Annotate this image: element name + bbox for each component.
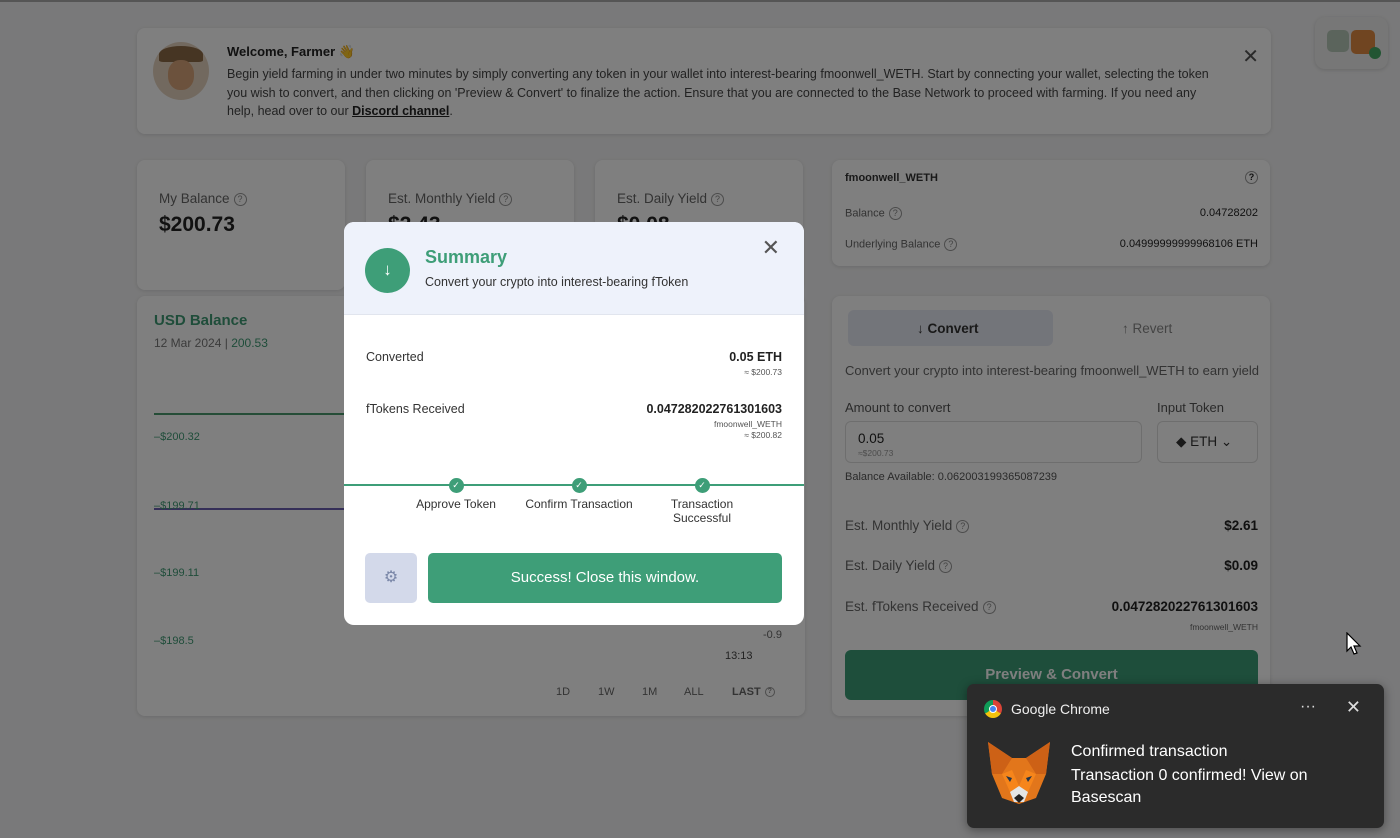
converted-usd: ≈ $200.73	[744, 367, 782, 377]
converted-row: Converted 0.05 ETH ≈ $200.73	[366, 350, 782, 377]
modal-subtitle: Convert your crypto into interest-bearin…	[425, 275, 689, 289]
arrow-down-icon: ↓	[365, 248, 410, 293]
metamask-fox-icon	[988, 742, 1050, 804]
step-label: Approve Token	[416, 497, 496, 511]
step-label: Transaction Successful	[670, 497, 734, 525]
check-icon: ✓	[448, 478, 464, 493]
success-close-button[interactable]: Success! Close this window.	[428, 553, 782, 603]
received-unit: fmoonwell_WETH	[713, 419, 782, 429]
received-value: 0.047282022761301603	[646, 402, 782, 416]
notification-app-name: Google Chrome	[1011, 701, 1110, 717]
received-label: fTokens Received	[366, 402, 465, 416]
converted-value: 0.05 ETH	[729, 350, 782, 364]
chrome-logo-icon	[984, 700, 1002, 718]
received-usd: ≈ $200.82	[744, 430, 782, 440]
chrome-notification[interactable]: Google Chrome ··· ✕ Confirmed transactio…	[967, 684, 1384, 828]
step-confirm: ✓ Confirm Transaction	[524, 478, 634, 511]
summary-modal: ↓ Summary Convert your crypto into inter…	[344, 222, 804, 625]
notification-body: Transaction 0 confirmed! View on Basesca…	[1071, 767, 1308, 806]
step-label: Confirm Transaction	[525, 497, 633, 511]
check-icon: ✓	[694, 478, 710, 493]
mouse-cursor-icon	[1346, 632, 1362, 655]
more-options-icon[interactable]: ···	[1300, 698, 1316, 716]
step-approve: ✓ Approve Token	[401, 478, 511, 511]
converted-label: Converted	[366, 350, 424, 364]
close-modal-icon[interactable]: ✕	[762, 235, 780, 261]
step-success: ✓ Transaction Successful	[647, 478, 757, 525]
received-row: fTokens Received 0.047282022761301603 fm…	[366, 402, 782, 440]
modal-header: ↓ Summary Convert your crypto into inter…	[344, 222, 804, 315]
notification-title: Confirmed transaction	[1071, 743, 1228, 760]
modal-title: Summary	[425, 247, 508, 267]
settings-gear-button[interactable]: ⚙	[365, 553, 417, 603]
gear-icon: ⚙	[383, 569, 399, 586]
check-icon: ✓	[571, 478, 587, 493]
close-notification-icon[interactable]: ✕	[1346, 697, 1361, 718]
